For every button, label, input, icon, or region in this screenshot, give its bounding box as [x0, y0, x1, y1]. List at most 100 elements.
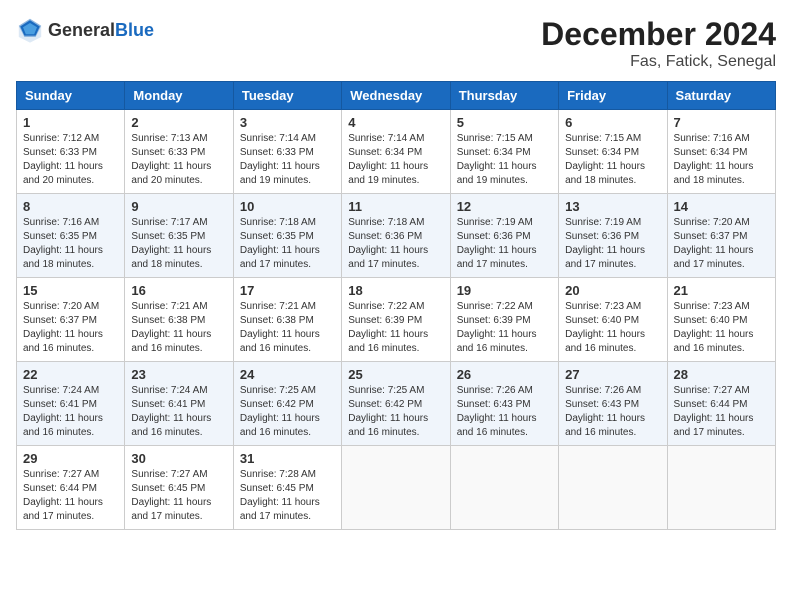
- table-row: [559, 446, 667, 530]
- calendar-week-4: 22Sunrise: 7:24 AM Sunset: 6:41 PM Dayli…: [17, 362, 776, 446]
- day-number: 13: [565, 199, 660, 214]
- day-info: Sunrise: 7:24 AM Sunset: 6:41 PM Dayligh…: [131, 384, 226, 440]
- table-row: 6Sunrise: 7:15 AM Sunset: 6:34 PM Daylig…: [559, 110, 667, 194]
- day-number: 20: [565, 283, 660, 298]
- day-info: Sunrise: 7:12 AM Sunset: 6:33 PM Dayligh…: [23, 132, 118, 188]
- calendar-week-2: 8Sunrise: 7:16 AM Sunset: 6:35 PM Daylig…: [17, 194, 776, 278]
- day-number: 18: [348, 283, 443, 298]
- day-info: Sunrise: 7:21 AM Sunset: 6:38 PM Dayligh…: [240, 300, 335, 356]
- day-info: Sunrise: 7:13 AM Sunset: 6:33 PM Dayligh…: [131, 132, 226, 188]
- table-row: 18Sunrise: 7:22 AM Sunset: 6:39 PM Dayli…: [342, 278, 450, 362]
- table-row: 12 Sunrise: 7:19 AM Sunset: 6:36 PM Dayli…: [450, 194, 558, 278]
- day-number: 11: [348, 199, 443, 214]
- table-row: 30Sunrise: 7:27 AM Sunset: 6:45 PM Dayli…: [125, 446, 233, 530]
- day-number: 15: [23, 283, 118, 298]
- day-number: 21: [674, 283, 769, 298]
- day-info: Sunrise: 7:14 AM Sunset: 6:34 PM Dayligh…: [348, 132, 443, 188]
- day-number: 10: [240, 199, 335, 214]
- day-info: Sunrise: 7:18 AM Sunset: 6:36 PM Dayligh…: [348, 216, 443, 272]
- table-row: [450, 446, 558, 530]
- table-row: 11 Sunrise: 7:18 AM Sunset: 6:36 PM Dayli…: [342, 194, 450, 278]
- col-tuesday: Tuesday: [233, 82, 341, 110]
- table-row: 26Sunrise: 7:26 AM Sunset: 6:43 PM Dayli…: [450, 362, 558, 446]
- day-number: 28: [674, 367, 769, 382]
- day-info: Sunrise: 7:25 AM Sunset: 6:42 PM Dayligh…: [348, 384, 443, 440]
- day-info: Sunrise: 7:25 AM Sunset: 6:42 PM Dayligh…: [240, 384, 335, 440]
- day-info: Sunrise: 7:16 AM Sunset: 6:34 PM Dayligh…: [674, 132, 769, 188]
- table-row: 1 Sunrise: 7:12 AM Sunset: 6:33 PM Daylig…: [17, 110, 125, 194]
- day-number: 2: [131, 115, 226, 130]
- day-info: Sunrise: 7:27 AM Sunset: 6:44 PM Dayligh…: [23, 468, 118, 524]
- col-friday: Friday: [559, 82, 667, 110]
- day-number: 6: [565, 115, 660, 130]
- table-row: 14 Sunrise: 7:20 AM Sunset: 6:37 PM Dayli…: [667, 194, 775, 278]
- table-row: 13 Sunrise: 7:19 AM Sunset: 6:36 PM Dayli…: [559, 194, 667, 278]
- table-row: 28 Sunrise: 7:27 AM Sunset: 6:44 PM Dayli…: [667, 362, 775, 446]
- day-info: Sunrise: 7:15 AM Sunset: 6:34 PM Dayligh…: [457, 132, 552, 188]
- day-info: Sunrise: 7:22 AM Sunset: 6:39 PM Dayligh…: [457, 300, 552, 356]
- table-row: [667, 446, 775, 530]
- day-number: 12: [457, 199, 552, 214]
- table-row: 3Sunrise: 7:14 AM Sunset: 6:33 PM Daylig…: [233, 110, 341, 194]
- logo: GeneralBlue: [16, 16, 154, 44]
- calendar-header-row: Sunday Monday Tuesday Wednesday Thursday…: [17, 82, 776, 110]
- day-number: 5: [457, 115, 552, 130]
- table-row: 29Sunrise: 7:27 AM Sunset: 6:44 PM Dayli…: [17, 446, 125, 530]
- day-info: Sunrise: 7:18 AM Sunset: 6:35 PM Dayligh…: [240, 216, 335, 272]
- page-header: GeneralBlue December 2024 Fas, Fatick, S…: [16, 16, 776, 71]
- col-monday: Monday: [125, 82, 233, 110]
- day-number: 30: [131, 451, 226, 466]
- table-row: 2 Sunrise: 7:13 AM Sunset: 6:33 PM Daylig…: [125, 110, 233, 194]
- table-row: 20 Sunrise: 7:23 AM Sunset: 6:40 PM Dayli…: [559, 278, 667, 362]
- table-row: 15 Sunrise: 7:20 AM Sunset: 6:37 PM Dayli…: [17, 278, 125, 362]
- calendar-subtitle: Fas, Fatick, Senegal: [541, 53, 776, 71]
- table-row: 24 Sunrise: 7:25 AM Sunset: 6:42 PM Dayli…: [233, 362, 341, 446]
- title-block: December 2024 Fas, Fatick, Senegal: [541, 16, 776, 71]
- day-info: Sunrise: 7:26 AM Sunset: 6:43 PM Dayligh…: [457, 384, 552, 440]
- day-number: 17: [240, 283, 335, 298]
- day-number: 27: [565, 367, 660, 382]
- table-row: 23 Sunrise: 7:24 AM Sunset: 6:41 PM Dayli…: [125, 362, 233, 446]
- day-info: Sunrise: 7:27 AM Sunset: 6:44 PM Dayligh…: [674, 384, 769, 440]
- table-row: 16Sunrise: 7:21 AM Sunset: 6:38 PM Dayli…: [125, 278, 233, 362]
- day-number: 4: [348, 115, 443, 130]
- day-number: 16: [131, 283, 226, 298]
- day-info: Sunrise: 7:19 AM Sunset: 6:36 PM Dayligh…: [565, 216, 660, 272]
- calendar-title: December 2024: [541, 16, 776, 53]
- day-info: Sunrise: 7:23 AM Sunset: 6:40 PM Dayligh…: [565, 300, 660, 356]
- day-number: 8: [23, 199, 118, 214]
- table-row: 31 Sunrise: 7:28 AM Sunset: 6:45 PM Dayli…: [233, 446, 341, 530]
- logo-text-general: General: [48, 20, 115, 40]
- table-row: 9 Sunrise: 7:17 AM Sunset: 6:35 PM Daylig…: [125, 194, 233, 278]
- col-wednesday: Wednesday: [342, 82, 450, 110]
- day-number: 31: [240, 451, 335, 466]
- table-row: 17 Sunrise: 7:21 AM Sunset: 6:38 PM Dayli…: [233, 278, 341, 362]
- day-number: 23: [131, 367, 226, 382]
- col-saturday: Saturday: [667, 82, 775, 110]
- day-info: Sunrise: 7:28 AM Sunset: 6:45 PM Dayligh…: [240, 468, 335, 524]
- day-number: 9: [131, 199, 226, 214]
- calendar-week-5: 29Sunrise: 7:27 AM Sunset: 6:44 PM Dayli…: [17, 446, 776, 530]
- day-info: Sunrise: 7:20 AM Sunset: 6:37 PM Dayligh…: [23, 300, 118, 356]
- day-number: 19: [457, 283, 552, 298]
- table-row: 10 Sunrise: 7:18 AM Sunset: 6:35 PM Dayli…: [233, 194, 341, 278]
- table-row: 25Sunrise: 7:25 AM Sunset: 6:42 PM Dayli…: [342, 362, 450, 446]
- day-info: Sunrise: 7:26 AM Sunset: 6:43 PM Dayligh…: [565, 384, 660, 440]
- day-number: 24: [240, 367, 335, 382]
- table-row: 19 Sunrise: 7:22 AM Sunset: 6:39 PM Dayli…: [450, 278, 558, 362]
- table-row: 8Sunrise: 7:16 AM Sunset: 6:35 PM Daylig…: [17, 194, 125, 278]
- day-number: 1: [23, 115, 118, 130]
- calendar-week-1: 1 Sunrise: 7:12 AM Sunset: 6:33 PM Daylig…: [17, 110, 776, 194]
- day-info: Sunrise: 7:19 AM Sunset: 6:36 PM Dayligh…: [457, 216, 552, 272]
- table-row: 4 Sunrise: 7:14 AM Sunset: 6:34 PM Daylig…: [342, 110, 450, 194]
- table-row: 7 Sunrise: 7:16 AM Sunset: 6:34 PM Daylig…: [667, 110, 775, 194]
- day-number: 14: [674, 199, 769, 214]
- table-row: [342, 446, 450, 530]
- table-row: 21Sunrise: 7:23 AM Sunset: 6:40 PM Dayli…: [667, 278, 775, 362]
- day-number: 7: [674, 115, 769, 130]
- day-info: Sunrise: 7:20 AM Sunset: 6:37 PM Dayligh…: [674, 216, 769, 272]
- day-info: Sunrise: 7:17 AM Sunset: 6:35 PM Dayligh…: [131, 216, 226, 272]
- col-sunday: Sunday: [17, 82, 125, 110]
- day-number: 3: [240, 115, 335, 130]
- logo-text-blue: Blue: [115, 20, 154, 40]
